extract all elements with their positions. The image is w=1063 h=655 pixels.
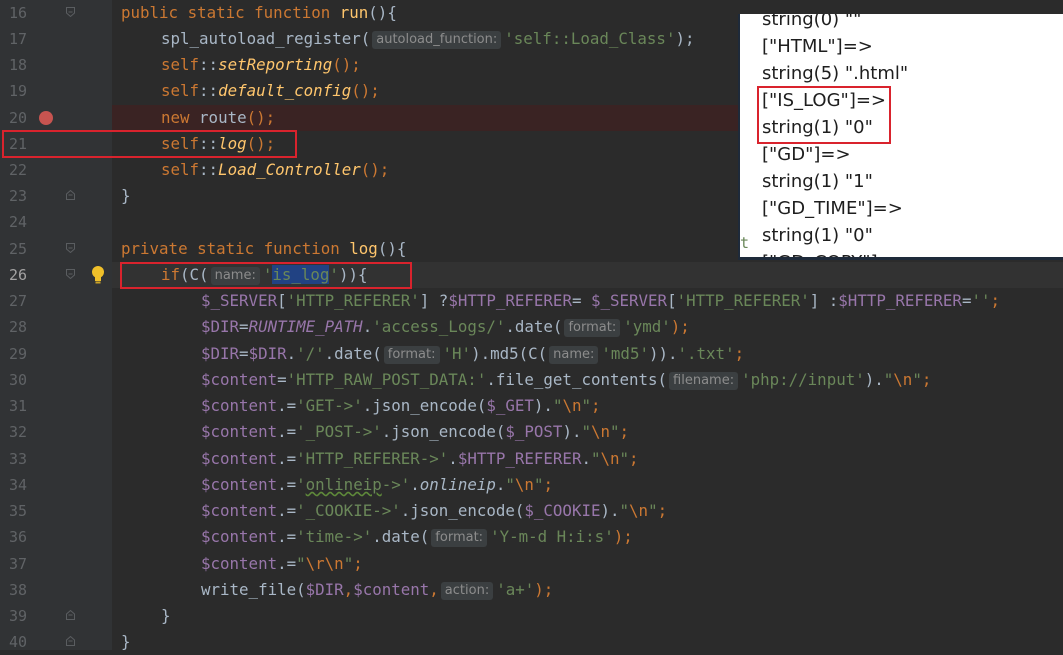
code-text[interactable]: public static function run(){	[121, 0, 397, 26]
output-line: string(5) ".html"	[762, 63, 909, 84]
line-number: 16	[8, 4, 27, 22]
fold-icon[interactable]	[66, 636, 75, 646]
output-line: ["GD"]=>	[762, 144, 851, 165]
code-text[interactable]: $content.='GET->'.json_encode($_GET)."\n…	[201, 393, 601, 419]
line-number: 29	[8, 345, 27, 363]
code-line: 39 }	[0, 603, 1063, 629]
lightbulb-icon[interactable]	[91, 265, 105, 285]
fold-icon[interactable]	[66, 190, 75, 200]
line-number: 32	[8, 423, 27, 441]
param-hint: format:	[564, 319, 621, 337]
code-text[interactable]: }	[121, 629, 131, 655]
line-number: 22	[8, 161, 27, 179]
line-number: 25	[8, 240, 27, 258]
code-text[interactable]: $content.="\r\n";	[201, 551, 363, 577]
param-hint: format:	[383, 346, 440, 364]
code-text[interactable]: self::Load_Controller();	[161, 157, 389, 183]
code-line: 29 $DIR=$DIR.'/'.date(format: 'H').md5(C(…	[0, 341, 1063, 367]
param-hint: action:	[440, 582, 494, 600]
code-text[interactable]: $content.='_COOKIE->'.json_encode($_COOK…	[201, 498, 667, 524]
line-number: 40	[8, 633, 27, 651]
param-hint: name:	[549, 346, 599, 364]
code-line: 33 $content.='HTTP_REFERER->'.$HTTP_REFE…	[0, 446, 1063, 472]
behind-text: t	[740, 234, 750, 252]
line-number: 30	[8, 371, 27, 389]
fold-icon[interactable]	[66, 610, 75, 620]
line-number: 33	[8, 450, 27, 468]
annotation-box	[2, 130, 297, 158]
param-hint: format:	[431, 529, 488, 547]
output-line: ["GD_COPY"]=>	[762, 249, 908, 257]
line-number: 36	[8, 528, 27, 546]
output-line: string(0) ""	[762, 14, 862, 30]
output-popup: t string(0) "" ["HTML"]=> string(5) ".ht…	[738, 14, 1063, 260]
line-number: 39	[8, 607, 27, 625]
param-hint: autoload_function:	[372, 31, 502, 49]
code-text[interactable]: $content.='time->'.date(format: 'Y-m-d H:…	[201, 524, 633, 550]
code-line: 36 $content.='time->'.date(format: 'Y-m-d…	[0, 524, 1063, 550]
code-text[interactable]: $content='HTTP_RAW_POST_DATA:'.file_get_…	[201, 367, 931, 393]
code-text[interactable]: $content.='onlineip->'.onlineip."\n";	[201, 472, 553, 498]
line-number: 31	[8, 397, 27, 415]
output-line: string(1) "0"	[762, 225, 873, 246]
fold-icon[interactable]	[66, 7, 75, 17]
output-line: ["HTML"]=>	[762, 36, 873, 57]
line-number: 19	[8, 82, 27, 100]
code-text[interactable]: new route();	[161, 105, 275, 131]
code-line: 38 write_file($DIR,$content, action:'a+')…	[0, 577, 1063, 603]
code-text[interactable]: self::default_config();	[161, 78, 380, 104]
param-hint: filename:	[669, 372, 739, 390]
code-text[interactable]: }	[161, 603, 171, 629]
annotation-box	[757, 86, 891, 144]
line-number: 28	[8, 318, 27, 336]
fold-icon[interactable]	[66, 243, 75, 253]
line-number: 20	[8, 109, 27, 127]
code-text[interactable]: $DIR=RUNTIME_PATH.'access_Logs/'.date(fo…	[201, 314, 690, 340]
line-number: 23	[8, 187, 27, 205]
output-line: string(1) "1"	[762, 171, 873, 192]
code-text[interactable]: write_file($DIR,$content, action:'a+');	[201, 577, 553, 603]
line-number: 27	[8, 292, 27, 310]
code-line: 34 $content.='onlineip->'.onlineip."\n";	[0, 472, 1063, 498]
line-number: 26	[8, 266, 27, 284]
code-text[interactable]: $content.='HTTP_REFERER->'.$HTTP_REFERER…	[201, 446, 639, 472]
breakpoint-icon[interactable]	[39, 111, 53, 125]
annotation-box	[120, 262, 412, 289]
code-line: 31 $content.='GET->'.json_encode($_GET).…	[0, 393, 1063, 419]
code-text[interactable]: spl_autoload_register(autoload_function:…	[161, 26, 695, 52]
line-number: 34	[8, 476, 27, 494]
code-text[interactable]: $_SERVER['HTTP_REFERER'] ?$HTTP_REFERER=…	[201, 288, 1000, 314]
code-line: 30 $content='HTTP_RAW_POST_DATA:'.file_g…	[0, 367, 1063, 393]
line-number: 38	[8, 581, 27, 599]
code-text[interactable]: $content.='_POST->'.json_encode($_POST).…	[201, 419, 629, 445]
code-text[interactable]: $DIR=$DIR.'/'.date(format: 'H').md5(C(nam…	[201, 341, 744, 367]
code-line: 40 }	[0, 629, 1063, 655]
code-line: 27 $_SERVER['HTTP_REFERER'] ?$HTTP_REFER…	[0, 288, 1063, 314]
fold-icon[interactable]	[66, 269, 75, 279]
line-number: 37	[8, 555, 27, 573]
code-text[interactable]: private static function log(){	[121, 236, 406, 262]
output-line: ["GD_TIME"]=>	[762, 198, 903, 219]
line-number: 18	[8, 56, 27, 74]
code-line: 28 $DIR=RUNTIME_PATH.'access_Logs/'.date…	[0, 314, 1063, 340]
code-text[interactable]: }	[121, 183, 131, 209]
typo-underline: onlineip	[305, 475, 382, 494]
code-line: 37 $content.="\r\n";	[0, 551, 1063, 577]
line-number: 24	[8, 213, 27, 231]
line-number: 35	[8, 502, 27, 520]
code-line: 32 $content.='_POST->'.json_encode($_POS…	[0, 419, 1063, 445]
code-line: 35 $content.='_COOKIE->'.json_encode($_C…	[0, 498, 1063, 524]
code-text[interactable]: self::setReporting();	[161, 52, 361, 78]
line-number: 17	[8, 30, 27, 48]
